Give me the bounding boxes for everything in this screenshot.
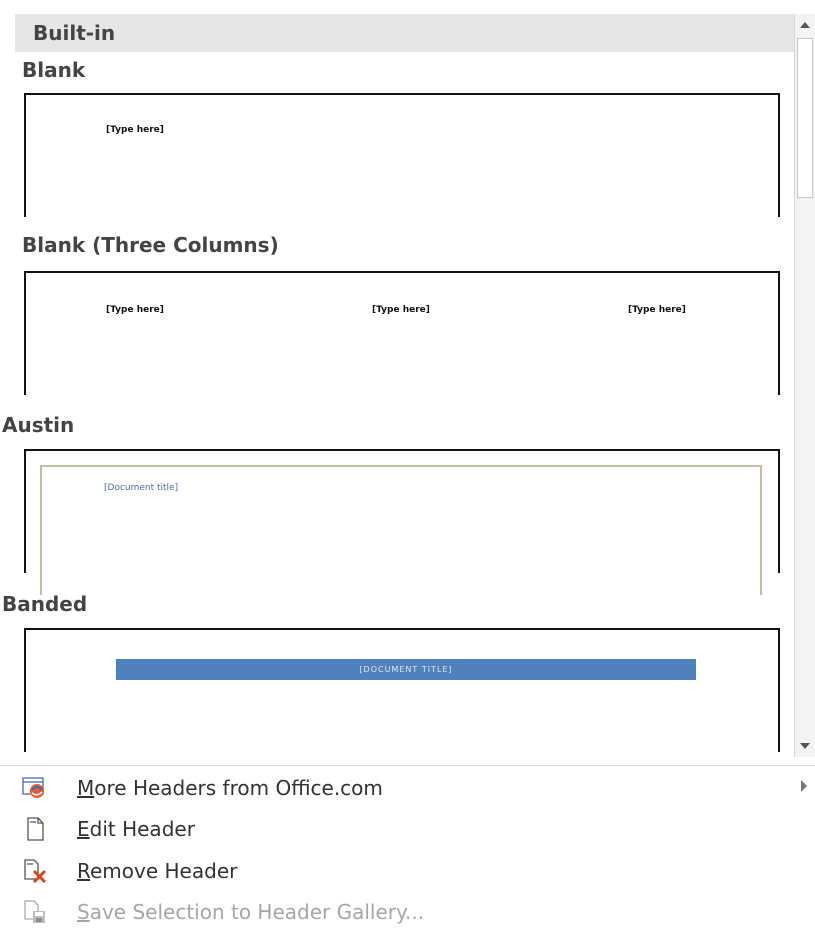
- menu-item-label: Save Selection to Header Gallery...: [77, 900, 425, 924]
- placeholder-text-right: [Type here]: [628, 305, 686, 315]
- menu-item-label: Remove Header: [77, 859, 238, 883]
- header-gallery: Built-in Blank [Type here] Blank (Three …: [0, 0, 794, 757]
- submenu-arrow-icon: [801, 780, 807, 792]
- save-selection-to-header-gallery-menu-item: Save Selection to Header Gallery...: [0, 891, 815, 933]
- thumbnail-austin[interactable]: [Document title]: [24, 449, 780, 595]
- section-title-blank-three-columns: Blank (Three Columns): [22, 233, 279, 257]
- placeholder-text: [Type here]: [106, 125, 164, 135]
- placeholder-text-left: [Type here]: [106, 305, 164, 315]
- office-online-icon: [22, 775, 48, 801]
- scroll-thumb[interactable]: [797, 38, 813, 198]
- placeholder-document-title: [Document title]: [104, 483, 179, 493]
- more-headers-from-office-menu-item[interactable]: More Headers from Office.com: [0, 767, 815, 809]
- edit-header-icon: [22, 816, 48, 842]
- menu-divider: [0, 765, 815, 766]
- menu-item-label: More Headers from Office.com: [77, 776, 383, 800]
- edit-header-menu-item[interactable]: Edit Header: [0, 808, 815, 850]
- title-band: [DOCUMENT TITLE]: [116, 659, 696, 680]
- thumbnail-blank[interactable]: [Type here]: [24, 93, 780, 217]
- gallery-category-header: Built-in: [15, 14, 794, 52]
- gallery-scrollbar[interactable]: [794, 14, 815, 757]
- menu-item-label: Edit Header: [77, 817, 195, 841]
- scroll-up-arrow-icon[interactable]: [795, 14, 815, 36]
- section-title-blank: Blank: [22, 58, 86, 82]
- section-title-banded: Banded: [2, 592, 88, 616]
- remove-header-menu-item[interactable]: Remove Header: [0, 850, 815, 892]
- thumbnail-blank-three-columns[interactable]: [Type here] [Type here] [Type here]: [24, 271, 780, 395]
- placeholder-document-title: [DOCUMENT TITLE]: [359, 665, 453, 674]
- section-title-austin: Austin: [2, 413, 75, 437]
- thumbnail-banded[interactable]: [DOCUMENT TITLE]: [24, 628, 780, 752]
- scroll-down-arrow-icon[interactable]: [795, 735, 815, 757]
- placeholder-text-center: [Type here]: [372, 305, 430, 315]
- save-to-gallery-icon: [22, 899, 48, 925]
- remove-header-icon: [22, 858, 48, 884]
